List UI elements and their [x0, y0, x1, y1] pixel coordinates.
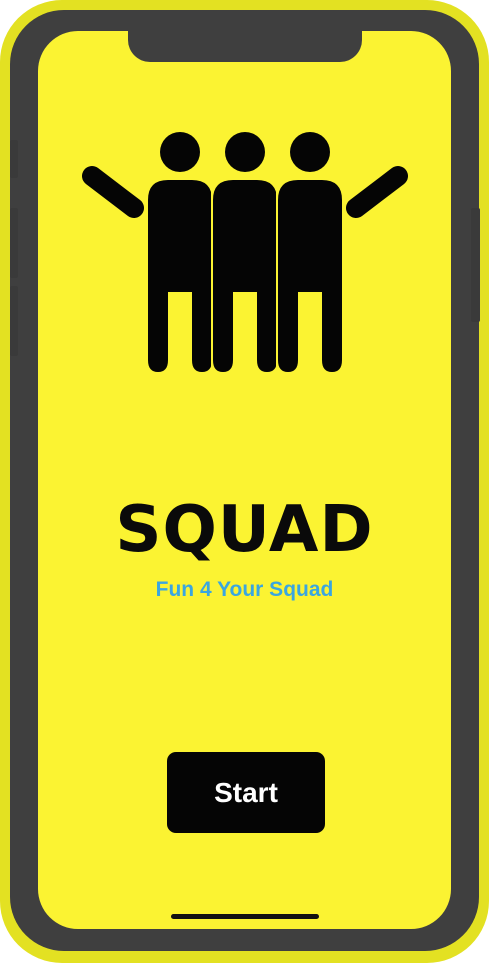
start-button[interactable]: Start — [167, 752, 325, 833]
app-title: SQUAD — [115, 493, 374, 567]
app-tagline: Fun 4 Your Squad — [155, 578, 334, 601]
device-notch — [128, 30, 362, 62]
volume-up-button — [10, 208, 18, 278]
silent-switch — [10, 140, 18, 178]
power-button — [471, 208, 480, 322]
squad-people-icon — [82, 132, 408, 372]
home-indicator[interactable] — [171, 914, 319, 919]
volume-down-button — [10, 286, 18, 356]
